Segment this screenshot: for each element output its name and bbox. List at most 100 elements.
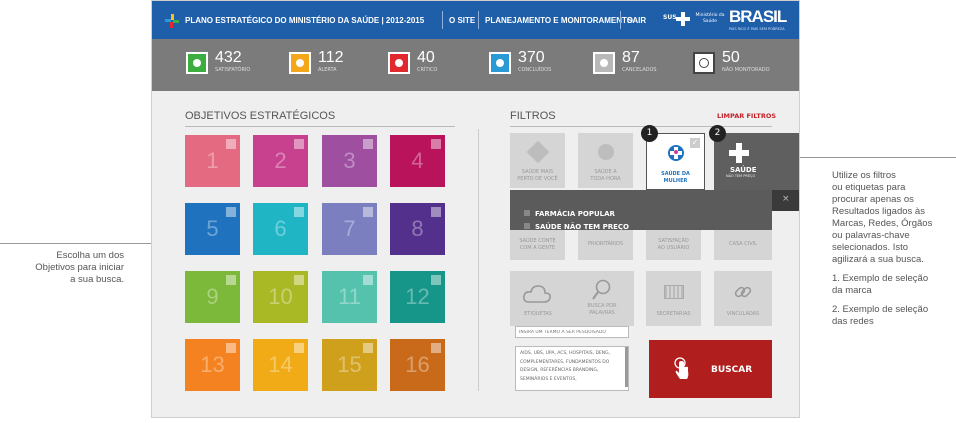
objetivo-tile-11[interactable]: 11 xyxy=(322,271,377,323)
dropdown-item-farmacia[interactable]: FARMÁCIA POPULAR xyxy=(524,201,615,218)
filter-saude-brand-active[interactable]: SAÚDE NÃO TEM PREÇO xyxy=(714,133,799,190)
objetivo-tile-13[interactable]: 13 xyxy=(185,339,240,391)
brand-icon xyxy=(598,144,614,160)
status-icon xyxy=(388,52,410,74)
objetivo-number: 5 xyxy=(206,216,219,241)
status-icon xyxy=(693,52,715,74)
plus-icon xyxy=(676,11,690,26)
filter-casa-civil[interactable]: CASA CIVIL xyxy=(714,230,772,260)
objetivo-tile-2[interactable]: 2 xyxy=(253,135,308,187)
objetivo-tile-8[interactable]: 8 xyxy=(390,203,445,255)
filter-etiquetas-busca: ETIQUETAS BUSCA POR PALAVRAS xyxy=(510,271,634,326)
objetivo-number: 10 xyxy=(268,284,293,309)
badge-1: 1 xyxy=(641,125,658,142)
checkbox-icon xyxy=(524,223,530,229)
filter-saude-toda-hora[interactable]: SAÚDE A TODA HORA xyxy=(578,133,633,188)
brand-icon xyxy=(526,140,550,164)
objetivo-number: 12 xyxy=(405,284,430,309)
objetivo-tile-1[interactable]: 1 xyxy=(185,135,240,187)
objetivo-tile-10[interactable]: 10 xyxy=(253,271,308,323)
saude-mulher-icon xyxy=(667,144,685,162)
filter-satisfacao[interactable]: SATISFAÇÃO AO USUÁRIO xyxy=(646,230,701,260)
brand-dropdown: FARMÁCIA POPULAR SAÚDE NÃO TEM PREÇO xyxy=(510,190,772,231)
checkbox-icon xyxy=(431,275,441,285)
checkbox-icon xyxy=(431,139,441,149)
filter-saude-mulher-selected[interactable]: ✓ SAÚDE DA MULHER xyxy=(646,133,705,190)
objetivo-number: 13 xyxy=(200,352,225,377)
checkbox-icon xyxy=(226,275,236,285)
ministerio-logo: Ministério da Saúde xyxy=(695,13,725,24)
objetivo-number: 15 xyxy=(337,352,362,377)
objetivo-tile-9[interactable]: 9 xyxy=(185,271,240,323)
checkbox-icon xyxy=(226,139,236,149)
filter-secretarias[interactable]: SECRETARIAS xyxy=(646,271,701,326)
objetivo-number: 2 xyxy=(274,148,287,173)
divider xyxy=(442,11,443,29)
tags-list[interactable]: AIDS, UBS, UPA, ACS, HOSPITAIS, DENG, CO… xyxy=(515,346,629,391)
nav-planejamento[interactable]: PLANEJAMENTO E MONITORAMENTO xyxy=(485,16,633,25)
sus-logo: SUS xyxy=(663,14,677,21)
link-chain-icon xyxy=(734,283,752,301)
checkbox-icon xyxy=(294,207,304,217)
objetivo-tile-14[interactable]: 14 xyxy=(253,339,308,391)
limpar-filtros-link[interactable]: LIMPAR FILTROS xyxy=(717,112,776,120)
search-icon[interactable] xyxy=(592,279,612,301)
objetivo-number: 3 xyxy=(343,148,356,173)
objetivo-tile-7[interactable]: 7 xyxy=(322,203,377,255)
objetivo-number: 6 xyxy=(274,216,287,241)
objetivo-tile-4[interactable]: 4 xyxy=(390,135,445,187)
checkbox-icon xyxy=(294,139,304,149)
objetivo-tile-3[interactable]: 3 xyxy=(322,135,377,187)
filter-prioritarios[interactable]: PRIORITÁRIOS xyxy=(578,230,633,260)
page-title: PLANO ESTRATÉGICO DO MINISTÉRIO DA SAÚDE… xyxy=(185,16,425,25)
plus-icon xyxy=(729,143,749,163)
checkbox-icon xyxy=(431,343,441,353)
objetivo-number: 4 xyxy=(411,148,424,173)
buscar-button[interactable]: BUSCAR xyxy=(649,340,772,398)
right-note: Utilize os filtros ou etiquetas para pro… xyxy=(832,170,933,327)
top-bar: PLANO ESTRATÉGICO DO MINISTÉRIO DA SAÚDE… xyxy=(152,1,799,39)
objetivo-tile-15[interactable]: 15 xyxy=(322,339,377,391)
objetivo-number: 1 xyxy=(206,148,219,173)
dropdown-item-saude-preco[interactable]: SAÚDE NÃO TEM PREÇO xyxy=(524,214,629,231)
checkbox-checked-icon: ✓ xyxy=(690,138,700,148)
objetivo-number: 9 xyxy=(206,284,219,309)
objetivo-tile-16[interactable]: 16 xyxy=(390,339,445,391)
divider xyxy=(620,11,621,29)
checkbox-icon xyxy=(294,275,304,285)
divider xyxy=(478,11,479,29)
status-bar: 432 SATISFATÓRIO 112 ALERTA 40 CRÍTICO 3… xyxy=(152,39,799,91)
checkbox-icon xyxy=(226,207,236,217)
status-icon xyxy=(489,52,511,74)
filtros-title: FILTROS xyxy=(510,110,556,122)
objetivo-number: 14 xyxy=(268,352,293,377)
checkbox-icon xyxy=(363,207,373,217)
objetivo-tile-6[interactable]: 6 xyxy=(253,203,308,255)
close-dropdown-button[interactable]: × xyxy=(772,190,799,211)
status-icon xyxy=(593,52,615,74)
nav-o-site[interactable]: O SITE xyxy=(449,16,475,25)
filter-saude-mais-perto[interactable]: SAÚDE MAIS PERTO DE VOCÊ xyxy=(510,133,565,188)
tags-scrollbar[interactable] xyxy=(625,347,628,387)
objetivos-underline xyxy=(185,126,455,127)
search-input[interactable] xyxy=(515,326,629,338)
brasil-logo: BRASIL xyxy=(729,7,787,26)
pinwheel-logo-icon xyxy=(165,13,179,28)
touch-hand-icon xyxy=(673,357,691,381)
badge-2: 2 xyxy=(709,125,726,142)
filter-vinculadas[interactable]: VINCULADAS xyxy=(714,271,772,326)
section-divider xyxy=(478,129,479,391)
checkbox-icon xyxy=(294,343,304,353)
checkbox-icon xyxy=(363,139,373,149)
app-frame: PLANO ESTRATÉGICO DO MINISTÉRIO DA SAÚDE… xyxy=(151,0,800,418)
objetivos-title: OBJETIVOS ESTRATÉGICOS xyxy=(185,110,336,122)
objetivo-number: 8 xyxy=(411,216,424,241)
objetivo-tile-12[interactable]: 12 xyxy=(390,271,445,323)
objetivo-number: 16 xyxy=(405,352,430,377)
checkbox-icon xyxy=(363,275,373,285)
filter-saude-conte[interactable]: SAÚDE CONTE COM A GENTE xyxy=(510,230,565,260)
objetivo-tile-5[interactable]: 5 xyxy=(185,203,240,255)
cloud-icon[interactable] xyxy=(522,283,552,305)
building-icon xyxy=(664,285,684,299)
nav-sair[interactable]: SAIR xyxy=(627,16,646,25)
